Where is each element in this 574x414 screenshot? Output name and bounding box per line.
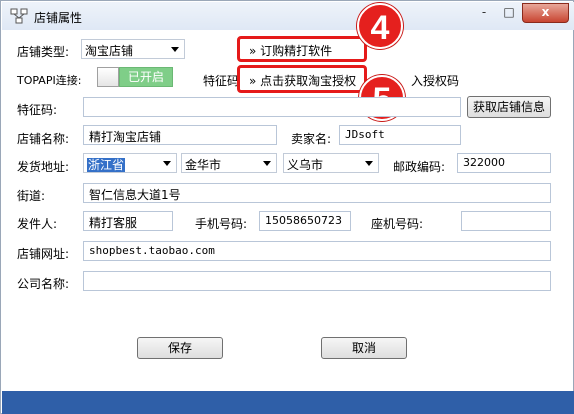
close-button[interactable]: x	[522, 3, 569, 23]
province-select[interactable]: 浙江省	[83, 153, 177, 173]
window-title: 店铺属性	[34, 11, 83, 25]
shop-type-value: 淘宝店铺	[85, 44, 134, 58]
district-select[interactable]: 义乌市	[283, 153, 379, 173]
landline-input[interactable]	[461, 211, 551, 231]
footer-bar	[2, 391, 574, 414]
chevron-down-icon	[171, 47, 179, 52]
seller-name-input[interactable]: JDsoft	[339, 125, 461, 145]
ship-address-label: 发货地址:	[17, 160, 70, 174]
toggle-knob	[97, 67, 119, 87]
landline-label: 座机号码:	[371, 217, 424, 231]
get-shop-info-button[interactable]: 获取店铺信息	[467, 96, 551, 118]
minimize-button[interactable]: -	[472, 3, 496, 23]
sender-label: 发件人:	[17, 217, 58, 231]
topapi-toggle[interactable]: 已开启	[97, 67, 173, 87]
mobile-label: 手机号码:	[195, 217, 248, 231]
shop-url-input[interactable]: shopbest.taobao.com	[83, 241, 551, 261]
chevron-down-icon	[263, 161, 271, 166]
company-name-label: 公司名称:	[17, 277, 70, 291]
get-taobao-auth-label: 点击获取淘宝授权	[260, 74, 357, 88]
cancel-button[interactable]: 取消	[321, 337, 407, 359]
street-label: 街道:	[17, 189, 46, 203]
shop-name-label: 店铺名称:	[17, 132, 70, 146]
topapi-label: TOPAPI连接:	[17, 74, 82, 87]
chevron-down-icon	[365, 161, 373, 166]
shop-type-select[interactable]: 淘宝店铺	[81, 39, 185, 59]
mobile-input[interactable]: 15058650723	[259, 211, 351, 231]
chevron-down-icon	[163, 161, 171, 166]
sender-input[interactable]: 精打客服	[83, 211, 173, 231]
zip-label: 邮政编码:	[393, 160, 446, 174]
city-value: 金华市	[185, 158, 222, 172]
shop-network-icon	[10, 8, 28, 24]
seller-name-label: 卖家名:	[291, 132, 332, 146]
shop-url-label: 店铺网址:	[17, 247, 70, 261]
title-bar[interactable]: 店铺属性 - □ x	[2, 2, 574, 30]
city-select[interactable]: 金华市	[181, 153, 277, 173]
maximize-button[interactable]: □	[497, 3, 521, 23]
order-software-label: 订购精打软件	[260, 44, 333, 58]
shop-properties-window: 店铺属性 - □ x 店铺类型: 淘宝店铺 » 订购精打软件 4 TOPAPI连…	[0, 0, 574, 414]
street-input[interactable]: 智仁信息大道1号	[83, 183, 551, 203]
shop-type-label: 店铺类型:	[17, 45, 70, 59]
save-button[interactable]: 保存	[137, 337, 223, 359]
district-value: 义乌市	[287, 158, 324, 172]
order-software-link[interactable]: » 订购精打软件	[249, 42, 332, 59]
toggle-state-label: 已开启	[119, 67, 173, 87]
get-taobao-auth-link[interactable]: » 点击获取淘宝授权	[249, 72, 356, 89]
feature-code-label: 特征码:	[17, 103, 58, 117]
province-value: 浙江省	[87, 158, 126, 172]
import-auth-code-link[interactable]: 入授权码	[411, 72, 459, 89]
feature-code-input[interactable]	[83, 97, 461, 117]
shop-name-input[interactable]: 精打淘宝店铺	[83, 125, 277, 145]
step-badge-4: 4	[357, 3, 403, 49]
feature-code-short-label: 特征码	[203, 74, 240, 88]
double-chevron-icon: »	[249, 44, 257, 58]
double-chevron-icon: »	[249, 74, 257, 88]
company-name-input[interactable]	[83, 271, 551, 291]
zip-input[interactable]: 322000	[457, 153, 551, 173]
